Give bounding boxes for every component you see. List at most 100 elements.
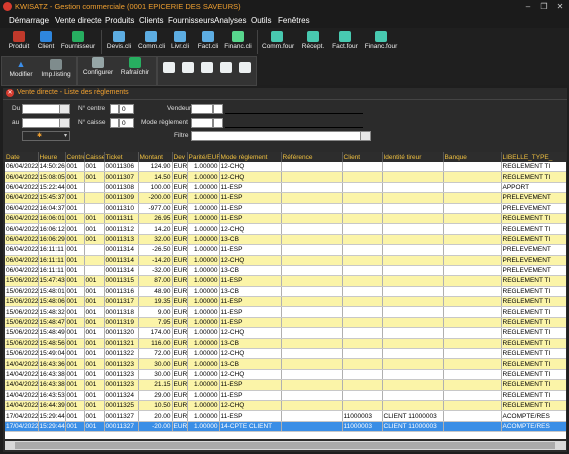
- menu-fenetres[interactable]: Fenêtres: [278, 16, 310, 25]
- menu-produits[interactable]: Produits: [105, 16, 134, 25]
- table-row[interactable]: 14/04/2022 16:43:53 001 001 00011324 29.00 EUR…: [5, 390, 566, 402]
- financ-cli-button[interactable]: Financ.cli: [224, 31, 252, 50]
- table-row[interactable]: 06/04/2022 16:11:11 001 00011314 -26.50 EUR 1.…: [5, 244, 566, 256]
- restore-icon[interactable]: ❐: [536, 1, 552, 13]
- fact-four-button[interactable]: Fact.four: [332, 31, 358, 50]
- imp-listing-button[interactable]: Imp.listing: [40, 59, 72, 78]
- column-header[interactable]: Identité tireur: [382, 152, 444, 162]
- table-row[interactable]: 14/04/2022 16:43:36 001 001 00011323 30.00 EUR…: [5, 358, 566, 370]
- table-row[interactable]: 15/06/2022 15:49:04 001 001 00011322 72.00 EUR…: [5, 348, 566, 360]
- column-header[interactable]: Mode règlement: [219, 152, 282, 162]
- table-cell: 12-CHQ: [219, 162, 282, 173]
- column-header[interactable]: Ticket: [104, 152, 139, 162]
- menu-demarrage[interactable]: Démarrage: [9, 16, 49, 25]
- table-row[interactable]: 14/04/2022 16:43:38 001 001 00011323 30.00 EUR…: [5, 369, 566, 381]
- table-row[interactable]: 17/04/2022 15:29:44 001 001 00011327 -20.00 EU…: [5, 421, 566, 433]
- table-cell: 16:06:12: [38, 223, 66, 235]
- close-icon[interactable]: ✕: [552, 1, 568, 13]
- recept-button[interactable]: Récept.: [300, 31, 326, 50]
- table-cell: EUR: [172, 275, 188, 287]
- rafraichir-button[interactable]: Rafraîchir: [118, 57, 152, 76]
- devis-cli-button[interactable]: Devis.cli: [106, 31, 132, 50]
- table-row[interactable]: 15/06/2022 15:48:56 001 001 00011321 116.00 EU…: [5, 338, 566, 350]
- table-row[interactable]: 06/04/2022 15:08:05 001 001 00011307 14.50 EUR…: [5, 171, 566, 183]
- comm-cli-button[interactable]: Comm.cli: [138, 31, 165, 50]
- export-button-1[interactable]: [162, 62, 176, 73]
- menu-fournisseurs[interactable]: Fournisseurs: [168, 16, 214, 25]
- centre-field[interactable]: 0: [119, 104, 134, 114]
- column-header[interactable]: Caisse: [84, 152, 105, 162]
- table-row[interactable]: 15/06/2022 15:47:43 001 001 00011315 87.00 EUR…: [5, 275, 566, 287]
- date-to-dropdown[interactable]: [59, 118, 70, 128]
- fact-cli-button[interactable]: Fact.cli: [196, 31, 220, 50]
- column-header[interactable]: Montant: [138, 152, 173, 162]
- filtre-field[interactable]: [191, 131, 361, 141]
- column-header[interactable]: LIBELLE_TYPE_: [501, 152, 566, 162]
- reglements-grid[interactable]: DateHeureCentreCaisseTicketMontantDevPar…: [5, 152, 566, 439]
- modifier-button[interactable]: ▲ Modifier: [6, 59, 36, 78]
- table-row[interactable]: 15/06/2022 15:48:06 001 001 00011317 19.35 EUR…: [5, 296, 566, 308]
- menu-outils[interactable]: Outils: [251, 16, 271, 25]
- fournisseur-button[interactable]: Fournisseur: [60, 31, 96, 50]
- minimize-icon[interactable]: –: [520, 1, 536, 13]
- menu-analyses[interactable]: Analyses: [214, 16, 246, 25]
- column-header[interactable]: Parité/EUR: [187, 152, 220, 162]
- close-icon[interactable]: ✕: [6, 89, 14, 97]
- column-header[interactable]: Référence: [281, 152, 343, 162]
- column-header[interactable]: Dev: [172, 152, 188, 162]
- date-from-dropdown[interactable]: [59, 104, 70, 114]
- table-cell: 06/04/2022: [5, 182, 39, 194]
- comm-four-button[interactable]: Comm.four: [262, 31, 294, 50]
- table-row[interactable]: 15/06/2022 15:48:01 001 001 00011316 48.90 EUR…: [5, 286, 566, 298]
- filtre-dropdown[interactable]: [360, 131, 371, 141]
- table-row[interactable]: 14/04/2022 16:43:38 001 001 00011323 21.15 EUR…: [5, 379, 566, 391]
- horizontal-scrollbar[interactable]: [5, 441, 566, 450]
- period-select[interactable]: ✱ ▾: [22, 131, 70, 141]
- column-header[interactable]: Banque: [443, 152, 502, 162]
- client-button[interactable]: Client: [35, 31, 57, 50]
- table-cell: EUR: [172, 171, 188, 183]
- table-row[interactable]: 06/04/2022 14:50:26 001 001 00011306 124.90 EU…: [5, 162, 566, 173]
- financ-four-button[interactable]: Financ.four: [364, 31, 398, 50]
- vendeur-lookup[interactable]: [213, 104, 223, 114]
- centre-spinner-btn[interactable]: [110, 104, 119, 114]
- table-cell: REGLEMENT TI: [501, 162, 566, 173]
- menu-vente-directe[interactable]: Vente directe: [55, 16, 102, 25]
- export-button-2[interactable]: [181, 62, 195, 73]
- table-row[interactable]: 06/04/2022 16:06:12 001 001 00011312 14.20 EUR…: [5, 223, 566, 235]
- table-cell: [281, 306, 343, 318]
- column-header[interactable]: Client: [342, 152, 383, 162]
- table-row[interactable]: 06/04/2022 16:06:01 001 001 00011311 26.95 EUR…: [5, 213, 566, 225]
- table-row[interactable]: 15/06/2022 15:48:47 001 001 00011319 7.95 EUR 1…: [5, 317, 566, 329]
- scrollbar-thumb[interactable]: [15, 442, 555, 449]
- caisse-field[interactable]: 0: [119, 118, 134, 128]
- table-cell: 11-ESP: [219, 296, 282, 308]
- table-row[interactable]: 06/04/2022 16:06:29 001 001 00011313 32.00 EUR…: [5, 234, 566, 246]
- column-header[interactable]: Date: [5, 152, 39, 162]
- mode-reglement-field[interactable]: [191, 118, 213, 128]
- table-row[interactable]: 17/04/2022 15:29:44 001 001 00011327 20.00 EUR…: [5, 410, 566, 422]
- table-row[interactable]: 06/04/2022 15:45:37 001 00011309 -200.00 EUR 1…: [5, 192, 566, 204]
- configurer-button[interactable]: Configurer: [81, 57, 115, 76]
- table-row[interactable]: 06/04/2022 16:04:37 001 00011310 -977.00 EUR 1…: [5, 203, 566, 214]
- table-row[interactable]: 06/04/2022 16:11:11 001 00011314 -32.00 EUR 1.…: [5, 265, 566, 277]
- table-row[interactable]: 06/04/2022 16:11:11 001 00011314 -14.20 EUR 1.…: [5, 255, 566, 266]
- vendeur-field[interactable]: [191, 104, 213, 114]
- table-row[interactable]: 14/04/2022 16:44:39 001 001 00011325 10.50 EUR…: [5, 400, 566, 412]
- export-button-4[interactable]: [219, 62, 233, 73]
- produit-button[interactable]: Produit: [6, 31, 32, 50]
- export-button-3[interactable]: [200, 62, 214, 73]
- menu-clients[interactable]: Clients: [139, 16, 163, 25]
- table-row[interactable]: 06/04/2022 15:22:44 001 00011308 100.00 EUR 1.…: [5, 182, 566, 194]
- table-cell: 19.35: [138, 296, 173, 308]
- table-cell: EUR: [172, 421, 188, 433]
- livr-cli-button[interactable]: Livr.cli: [169, 31, 191, 50]
- table-cell: 13-CB: [219, 358, 282, 370]
- mode-reglement-lookup[interactable]: [213, 118, 223, 128]
- caisse-spinner-btn[interactable]: [110, 118, 119, 128]
- column-header[interactable]: Centre: [65, 152, 85, 162]
- column-header[interactable]: Heure: [38, 152, 66, 162]
- table-row[interactable]: 15/06/2022 15:48:32 001 001 00011318 9.00 EUR 1…: [5, 306, 566, 318]
- table-row[interactable]: 15/06/2022 15:48:49 001 001 00011320 174.00 EU…: [5, 327, 566, 339]
- export-button-5[interactable]: [238, 62, 252, 73]
